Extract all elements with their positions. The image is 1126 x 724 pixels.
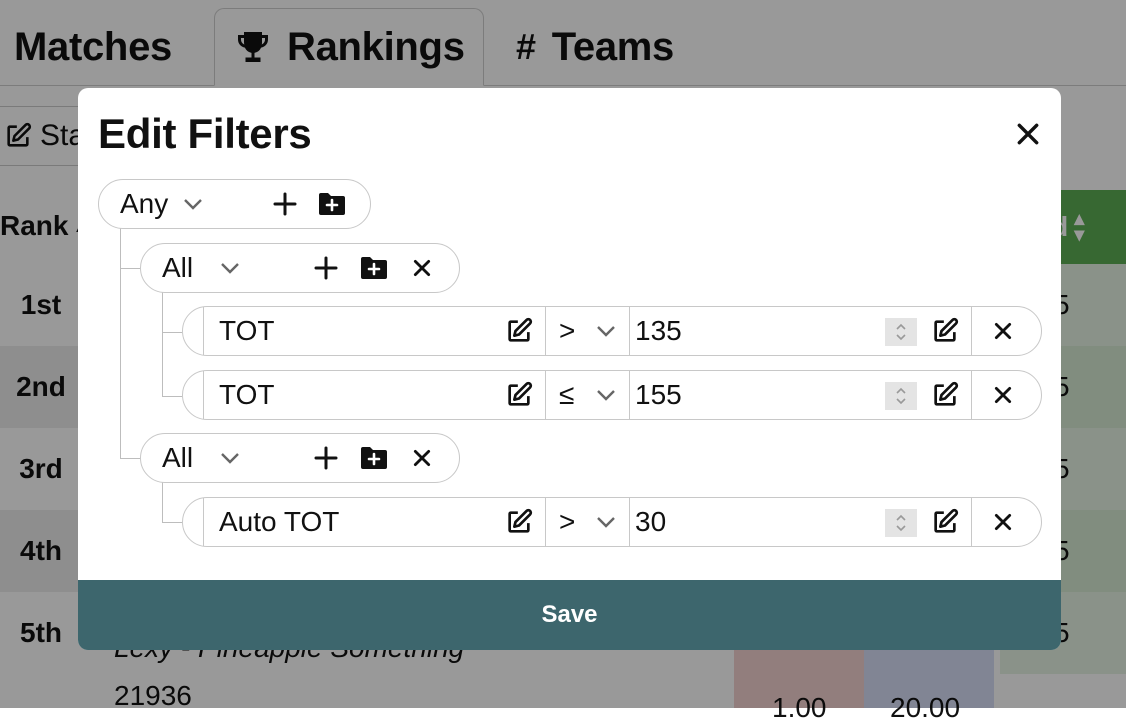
group-mode-value: All [162,252,194,283]
rule-field: TOT [219,379,275,410]
edit-field-button[interactable] [501,371,537,419]
divider [971,307,972,355]
folder-plus-icon [361,447,387,469]
folder-plus-icon [319,193,345,215]
group-mode-select[interactable]: All [162,244,241,292]
add-group-button[interactable] [356,244,392,292]
close-button[interactable] [1010,116,1046,152]
chevron-down-icon [595,324,617,338]
edit-field-button[interactable] [501,498,537,546]
edit-value-button[interactable] [927,498,963,546]
add-group-button[interactable] [356,434,392,482]
rule-left-edge [203,498,204,546]
close-icon [994,386,1012,404]
divider [545,371,546,419]
tree-connector [162,396,182,397]
divider [971,498,972,546]
tree-connector [120,268,140,269]
value-input[interactable]: 135 [635,307,682,355]
plus-icon [314,446,338,470]
chevron-down-icon [182,197,204,211]
edit-field-button[interactable] [501,307,537,355]
operator-select[interactable]: ≤ [547,371,627,419]
group-mode-select[interactable]: Any [120,180,204,228]
tree-connector [162,522,182,523]
divider [629,498,630,546]
rule-field: TOT [219,315,275,346]
spinner-arrows-icon [896,514,906,532]
divider [971,371,972,419]
operator-value: > [559,506,576,537]
chevron-down-icon [219,451,241,465]
rule-left-edge [203,307,204,355]
edit-value-button[interactable] [927,307,963,355]
filter-group: All [140,243,460,293]
divider [545,498,546,546]
tree-connector [162,332,182,333]
tree-connector [162,482,163,522]
edit-filters-modal: Edit Filters Any All TOT > 135 TOT ≤ 155… [78,88,1061,650]
divider [629,307,630,355]
number-spinner[interactable] [885,318,917,346]
filter-rule: Auto TOT > 30 [182,497,1042,547]
plus-icon [273,192,297,216]
remove-group-button[interactable] [404,244,440,292]
close-icon [994,322,1012,340]
close-icon [1017,123,1039,145]
remove-rule-button[interactable] [985,498,1021,546]
chevron-down-icon [595,388,617,402]
tree-connector [120,458,140,459]
folder-plus-icon [361,257,387,279]
value-input[interactable]: 30 [635,498,666,546]
plus-icon [314,256,338,280]
operator-select[interactable]: > [547,498,627,546]
value-input[interactable]: 155 [635,371,682,419]
remove-group-button[interactable] [404,434,440,482]
save-button-label: Save [541,601,598,628]
number-spinner[interactable] [885,509,917,537]
add-group-button[interactable] [314,180,350,228]
number-spinner[interactable] [885,382,917,410]
edit-icon [934,381,959,406]
edit-icon [508,317,533,342]
filter-group-root: Any [98,179,371,229]
edit-icon [508,508,533,533]
rule-field: Auto TOT [219,506,340,537]
filter-rule: TOT ≤ 155 [182,370,1042,420]
divider [629,371,630,419]
divider [545,307,546,355]
chevron-down-icon [595,515,617,529]
filter-group: All [140,433,460,483]
close-icon [413,259,431,277]
add-rule-button[interactable] [308,434,344,482]
edit-icon [934,508,959,533]
edit-icon [508,381,533,406]
group-mode-select[interactable]: All [162,434,241,482]
operator-select[interactable]: > [547,307,627,355]
edit-icon [934,317,959,342]
chevron-down-icon [219,261,241,275]
operator-value: > [559,315,576,346]
spinner-arrows-icon [896,323,906,341]
operator-value: ≤ [559,379,575,410]
modal-title: Edit Filters [98,110,312,157]
spinner-arrows-icon [896,387,906,405]
remove-rule-button[interactable] [985,371,1021,419]
group-mode-value: All [162,442,194,473]
filter-rule: TOT > 135 [182,306,1042,356]
edit-value-button[interactable] [927,371,963,419]
add-rule-button[interactable] [308,244,344,292]
add-rule-button[interactable] [267,180,303,228]
close-icon [994,513,1012,531]
save-button[interactable]: Save [78,580,1061,650]
group-mode-value: Any [120,188,169,219]
tree-connector [120,228,121,458]
close-icon [413,449,431,467]
remove-rule-button[interactable] [985,307,1021,355]
rule-left-edge [203,371,204,419]
tree-connector [162,292,163,396]
